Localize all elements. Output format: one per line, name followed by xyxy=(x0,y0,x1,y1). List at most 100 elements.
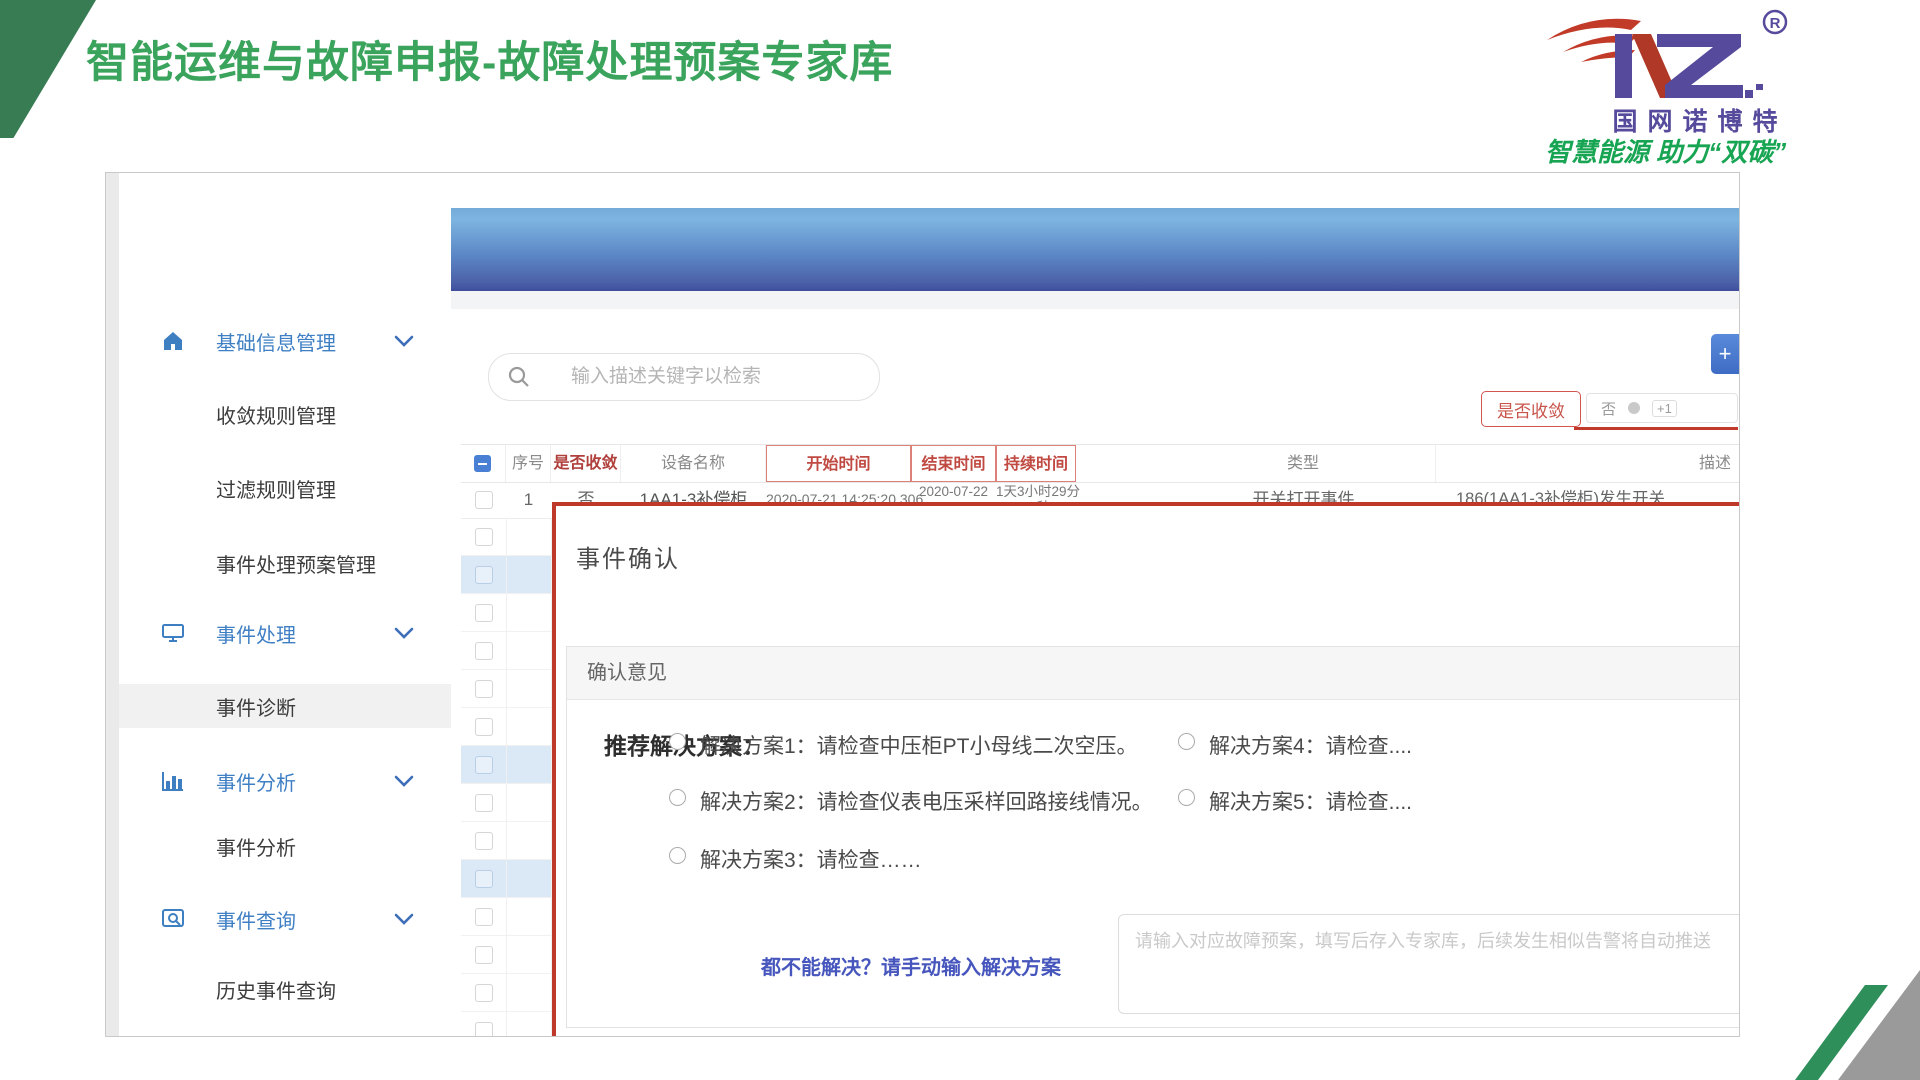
row-checkbox[interactable] xyxy=(475,491,493,509)
radio-icon[interactable] xyxy=(669,847,686,864)
select-all-checkbox[interactable] xyxy=(474,455,491,472)
corner-decoration-bottom-right xyxy=(1760,960,1920,1080)
sidebar-item-history-event-query[interactable]: 历史事件查询 xyxy=(119,967,451,1011)
sidebar-group-event-handling[interactable]: 事件处理 xyxy=(119,611,451,655)
chevron-down-icon xyxy=(394,774,416,788)
sidebar-item-filter-rules[interactable]: 过滤规则管理 xyxy=(119,466,451,510)
solution-option-4[interactable]: 解决方案4：请检查.... xyxy=(1178,730,1412,760)
filter-value: 否 xyxy=(1601,398,1616,419)
panel-header: 确认意见 xyxy=(567,647,1740,700)
row-checkbox[interactable] xyxy=(475,870,493,888)
company-logo: R 国网诺博特 智慧能源 助力“双碳” xyxy=(1545,6,1915,166)
plus-icon: + xyxy=(1719,341,1732,367)
svg-text:R: R xyxy=(1770,15,1781,32)
presentation-slide: 智能运维与故障申报-故障处理预案专家库 R 国网诺博特 智慧能源 助力“双碳” xyxy=(0,0,1920,1080)
radio-icon[interactable] xyxy=(669,789,686,806)
cell-duration: 1天3小时29分 xyxy=(996,484,1080,499)
sidebar-group-label: 事件分析 xyxy=(216,767,296,796)
monitor-icon xyxy=(161,621,187,645)
row-checkbox[interactable] xyxy=(475,832,493,850)
chevron-down-icon xyxy=(394,334,416,348)
solution-option-3[interactable]: 解决方案3：请检查…… xyxy=(669,844,922,874)
sidebar-group-label: 事件查询 xyxy=(216,905,296,934)
bar-chart-icon xyxy=(161,769,187,793)
row-checkbox[interactable] xyxy=(475,680,493,698)
search-doc-icon xyxy=(161,907,187,931)
solution-option-5[interactable]: 解决方案5：请检查.... xyxy=(1178,786,1412,816)
sidebar-group-basic-info[interactable]: 基础信息管理 xyxy=(119,319,451,363)
sidebar-item-label: 过滤规则管理 xyxy=(216,474,336,503)
sidebar-item-label: 事件分析 xyxy=(216,832,296,861)
radio-icon[interactable] xyxy=(1178,789,1195,806)
sidebar-group-label: 基础信息管理 xyxy=(216,327,336,356)
manual-input-link[interactable]: 都不能解决？请手动输入解决方案 xyxy=(761,951,1061,980)
manual-solution-box xyxy=(1118,914,1740,1014)
solution-option-label: 解决方案1：请检查中压柜PT小母线二次空压。 xyxy=(700,730,1138,760)
annotation-rect-left xyxy=(552,502,556,1036)
radio-icon[interactable] xyxy=(669,733,686,750)
row-checkbox[interactable] xyxy=(475,794,493,812)
filter-values[interactable]: 否 +1 xyxy=(1586,393,1738,423)
filter-chip-label: 是否收敛 xyxy=(1497,397,1565,422)
manual-solution-textarea[interactable] xyxy=(1119,915,1740,1013)
row-checkbox[interactable] xyxy=(475,528,493,546)
row-checkbox[interactable] xyxy=(475,1022,493,1037)
header-duration: 持续时间 xyxy=(996,445,1076,482)
annotation-rect-top xyxy=(552,502,1739,506)
filter-chip-converged[interactable]: 是否收敛 xyxy=(1481,391,1581,427)
sidebar-item-label: 事件处理预案管理 xyxy=(216,549,376,578)
dialog-title: 事件确认 xyxy=(576,539,680,574)
header-seq: 序号 xyxy=(506,445,551,482)
row-checkbox[interactable] xyxy=(475,718,493,736)
sidebar-item-convergence-rules[interactable]: 收敛规则管理 xyxy=(119,392,451,436)
search-input[interactable] xyxy=(569,365,853,389)
solution-option-label: 解决方案5：请检查.... xyxy=(1209,786,1412,816)
cell-seq: 1 xyxy=(506,481,551,518)
search-box[interactable] xyxy=(488,353,880,401)
solution-option-label: 解决方案3：请检查…… xyxy=(700,844,922,874)
row-checkbox[interactable] xyxy=(475,756,493,774)
filter-count-badge: +1 xyxy=(1652,400,1677,417)
row-checkbox[interactable] xyxy=(475,984,493,1002)
add-button[interactable]: + xyxy=(1711,334,1739,374)
header-device: 设备名称 xyxy=(621,445,766,482)
page-scrollbar[interactable] xyxy=(106,173,119,1036)
row-checkbox[interactable] xyxy=(475,566,493,584)
sidebar-group-event-analysis[interactable]: 事件分析 xyxy=(119,759,451,803)
sidebar-item-event-diagnosis[interactable]: 事件诊断 xyxy=(119,684,451,728)
corner-decoration-top-left xyxy=(0,0,96,138)
row-checkbox[interactable] xyxy=(475,642,493,660)
header-type: 类型 xyxy=(1171,445,1436,482)
solution-option-label: 解决方案4：请检查.... xyxy=(1209,730,1412,760)
sidebar-group-event-query[interactable]: 事件查询 xyxy=(119,897,451,941)
sidebar-item-label: 历史事件查询 xyxy=(216,975,336,1004)
header-converged: 是否收敛 xyxy=(551,445,621,482)
search-icon xyxy=(507,365,531,389)
header-start-time: 开始时间 xyxy=(766,445,911,482)
select-all-cell xyxy=(461,445,506,482)
row-checkbox[interactable] xyxy=(475,946,493,964)
sidebar-item-label: 事件诊断 xyxy=(216,692,296,721)
sidebar: 基础信息管理 收敛规则管理 过滤规则管理 事件处理预案管理 事件处理 xyxy=(119,173,451,1036)
chevron-down-icon xyxy=(394,912,416,926)
app-screenshot: 基础信息管理 收敛规则管理 过滤规则管理 事件处理预案管理 事件处理 xyxy=(105,172,1740,1037)
header-end-time: 结束时间 xyxy=(911,445,996,482)
nz-logo-mark-icon: R xyxy=(1545,6,1845,102)
solution-option-1[interactable]: 解决方案1：请检查中压柜PT小母线二次空压。 xyxy=(669,730,1138,760)
solution-option-2[interactable]: 解决方案2：请检查仪表电压采样回路接线情况。 xyxy=(669,786,1153,816)
slide-title: 智能运维与故障申报-故障处理预案专家库 xyxy=(86,28,893,90)
solution-option-label: 解决方案2：请检查仪表电压采样回路接线情况。 xyxy=(700,786,1153,816)
radio-icon[interactable] xyxy=(1178,733,1195,750)
header-divider xyxy=(451,291,1739,309)
logo-slogan: 智慧能源 助力“双碳” xyxy=(1545,132,1911,169)
row-checkbox[interactable] xyxy=(475,908,493,926)
filter-count-dot-icon xyxy=(1628,402,1640,414)
cell-end-date: 2020-07-22 xyxy=(919,484,988,499)
sidebar-item-event-analysis[interactable]: 事件分析 xyxy=(119,824,451,868)
row-checkbox[interactable] xyxy=(475,604,493,622)
home-icon xyxy=(161,329,187,353)
table-header: 序号 是否收敛 设备名称 开始时间 结束时间 持续时间 类型 描述 xyxy=(461,444,1739,483)
header-description: 描述 xyxy=(1436,445,1739,482)
sidebar-item-event-plan-mgmt[interactable]: 事件处理预案管理 xyxy=(119,541,451,585)
filter-annotation-underline xyxy=(1574,427,1738,430)
